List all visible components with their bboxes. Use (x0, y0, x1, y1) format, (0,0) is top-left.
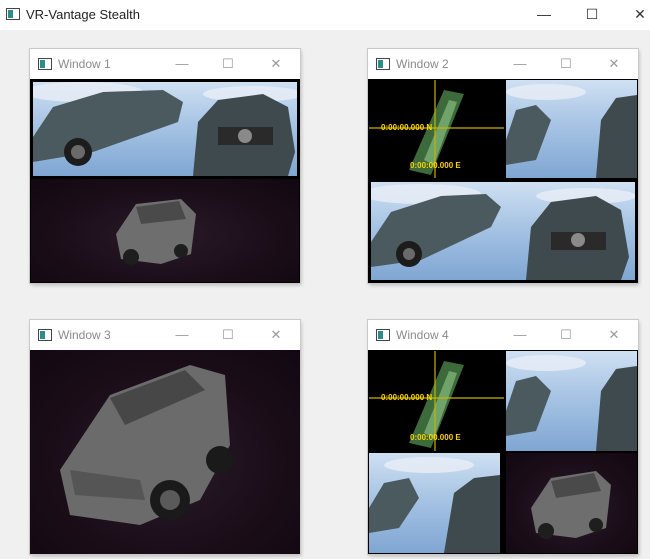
window-icon (376, 58, 390, 70)
suv-scene-image (116, 199, 196, 265)
window-2[interactable]: Window 2 — ☐ ✕ 0:00:00.000 N 0:00:00.000… (368, 49, 638, 283)
window-1-titlebar[interactable]: Window 1 — ☐ ✕ (30, 49, 300, 79)
sedan-front-view[interactable] (506, 80, 637, 178)
window-2-viewport[interactable]: 0:00:00.000 N 0:00:00.000 E (368, 79, 638, 283)
window-title: Window 2 (396, 57, 449, 71)
maximize-button[interactable]: ☐ (581, 4, 603, 24)
window-2-titlebar[interactable]: Window 2 — ☐ ✕ (368, 49, 638, 79)
minimize-button[interactable]: — (533, 4, 555, 24)
map-east-coordinate: 0:00:00.000 E (410, 161, 461, 170)
window-1-minimize-button[interactable]: — (172, 54, 192, 74)
window-1-maximize-button[interactable]: ☐ (218, 54, 238, 74)
window-icon (376, 329, 390, 341)
window-3-maximize-button[interactable]: ☐ (218, 325, 238, 345)
window-4-viewport[interactable]: 0:00:00.000 N 0:00:00.000 E (368, 350, 638, 554)
app-titlebar[interactable]: VR-Vantage Stealth — ☐ ✕ (0, 0, 650, 30)
window-2-maximize-button[interactable]: ☐ (556, 54, 576, 74)
sedan-camera-view[interactable] (31, 80, 299, 178)
map-view[interactable]: 0:00:00.000 N 0:00:00.000 E (369, 80, 504, 178)
sedan-rear-image (369, 457, 500, 553)
suv-scene-image (531, 471, 611, 539)
map-north-coordinate: 0:00:00.000 N (381, 393, 433, 402)
window-1[interactable]: Window 1 — ☐ ✕ (30, 49, 300, 283)
window-1-viewport[interactable] (30, 79, 300, 283)
sedan-wide-image (371, 184, 635, 280)
window-2-close-button[interactable]: ✕ (604, 54, 624, 74)
mdi-client-area: Window 1 — ☐ ✕ Window 2 — ☐ ✕ 0:00:00.00… (0, 30, 650, 559)
window-4[interactable]: Window 4 — ☐ ✕ 0:00:00.000 N 0:00:00.000… (368, 320, 638, 554)
window-3-minimize-button[interactable]: — (172, 325, 192, 345)
window-title: Window 3 (58, 328, 111, 342)
sedan-rear-view[interactable] (369, 453, 500, 553)
sedan-front-view[interactable] (506, 351, 637, 451)
window-title: Window 1 (58, 57, 111, 71)
suv-camera-view[interactable] (31, 179, 299, 282)
window-icon (38, 329, 52, 341)
window-2-minimize-button[interactable]: — (510, 54, 530, 74)
window-icon (38, 58, 52, 70)
map-east-coordinate: 0:00:00.000 E (410, 433, 461, 442)
close-button[interactable]: ✕ (629, 4, 650, 24)
app-title: VR-Vantage Stealth (26, 7, 140, 22)
window-3-titlebar[interactable]: Window 3 — ☐ ✕ (30, 320, 300, 350)
sedan-scene-image (33, 82, 297, 176)
sedan-wide-view[interactable] (369, 180, 637, 282)
window-3-close-button[interactable]: ✕ (266, 325, 286, 345)
window-4-titlebar[interactable]: Window 4 — ☐ ✕ (368, 320, 638, 350)
sedan-front-image (506, 84, 637, 178)
suv-camera-view[interactable] (506, 453, 637, 553)
window-4-maximize-button[interactable]: ☐ (556, 325, 576, 345)
window-3[interactable]: Window 3 — ☐ ✕ (30, 320, 300, 554)
window-4-close-button[interactable]: ✕ (604, 325, 624, 345)
map-view[interactable]: 0:00:00.000 N 0:00:00.000 E (369, 351, 504, 451)
window-1-close-button[interactable]: ✕ (266, 54, 286, 74)
map-north-coordinate: 0:00:00.000 N (381, 123, 433, 132)
window-title: Window 4 (396, 328, 449, 342)
app-icon (6, 8, 20, 20)
window-4-minimize-button[interactable]: — (510, 325, 530, 345)
window-3-viewport[interactable] (30, 350, 300, 554)
suv-closeup-image (60, 365, 234, 525)
sedan-front-image (506, 355, 637, 451)
